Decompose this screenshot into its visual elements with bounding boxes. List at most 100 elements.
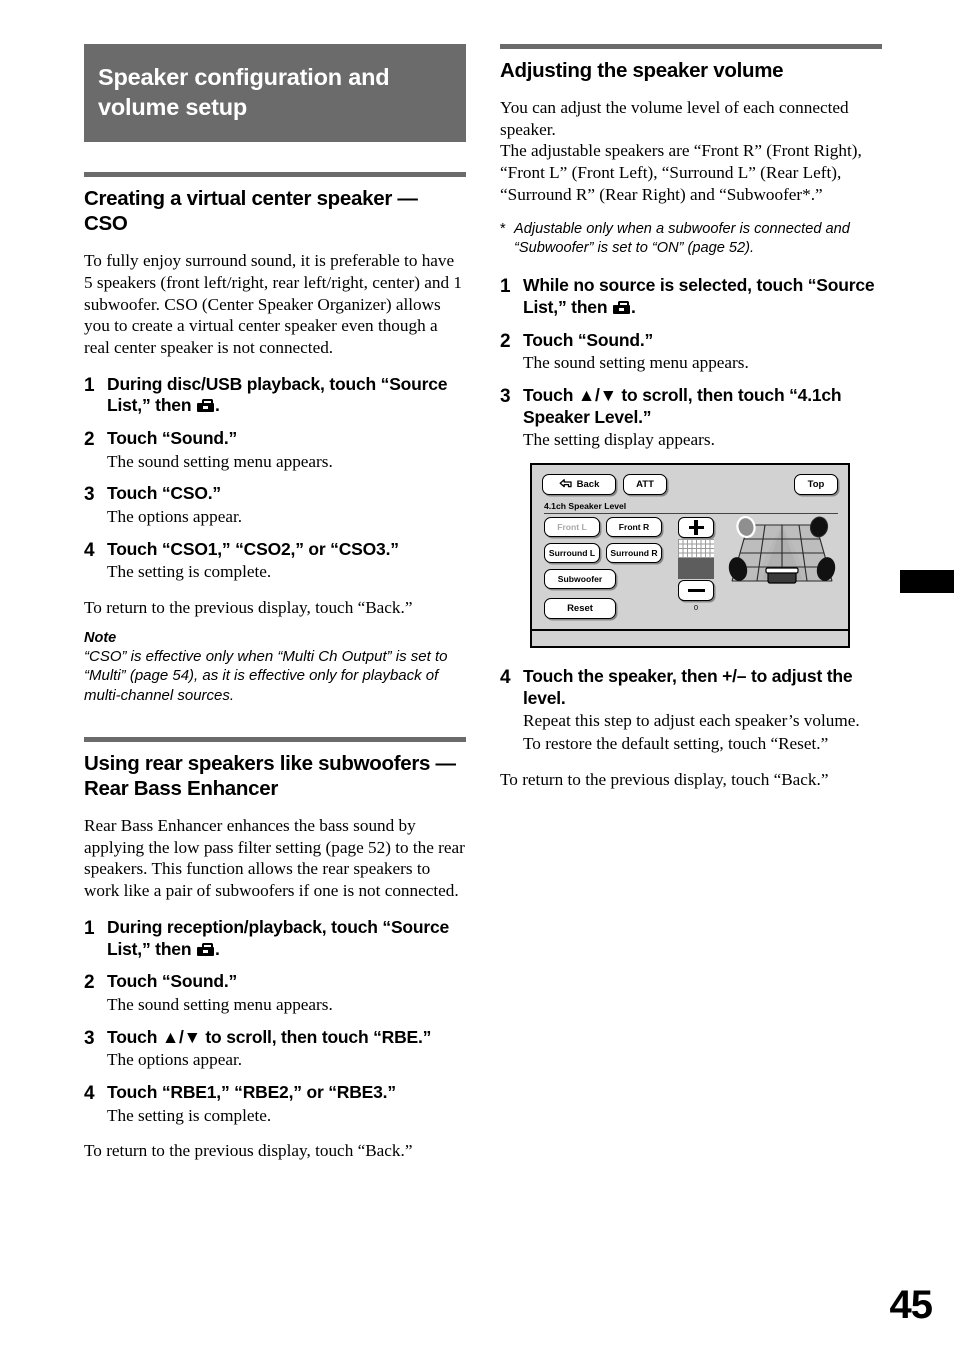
speaker-placement-diagram <box>724 515 840 589</box>
device-speaker-label: Surround R <box>610 547 658 558</box>
right-column: Adjusting the speaker volume You can adj… <box>500 44 882 805</box>
device-speaker-subwoofer[interactable]: Subwoofer <box>544 569 616 590</box>
device-speaker-label: Front R <box>618 521 650 532</box>
edge-thumb-tab <box>900 570 954 593</box>
step-number: 3 <box>84 1027 95 1049</box>
step-item: 1 While no source is selected, touch “So… <box>500 275 882 318</box>
device-att-label: ATT <box>636 478 654 490</box>
step-heading: Touch the speaker, then +/– to adjust th… <box>523 666 853 708</box>
step-item: 4 Touch “RBE1,” “RBE2,” or “RBE3.” The s… <box>84 1082 466 1126</box>
device-back-button[interactable]: Back <box>542 474 616 496</box>
device-speaker-front-l[interactable]: Front L <box>544 517 600 538</box>
manual-page: Speaker configuration and volume setup C… <box>0 0 954 1352</box>
step-subtext: The sound setting menu appears. <box>523 353 749 373</box>
device-speaker-surround-l[interactable]: Surround L <box>544 543 600 564</box>
step-heading: Touch “Sound.” <box>107 971 238 992</box>
step-subtext: The sound setting menu appears. <box>107 451 333 471</box>
step-heading-tail: . <box>215 395 220 416</box>
device-speaker-label: Surround L <box>548 547 596 558</box>
step-heading: While no source is selected, touch “Sour… <box>523 275 882 318</box>
section-intro-1: You can adjust the volume level of each … <box>500 98 849 139</box>
section-rule <box>84 172 466 178</box>
minus-icon <box>687 588 705 593</box>
device-top-button[interactable]: Top <box>794 474 838 496</box>
section-intro: To fully enjoy surround sound, it is pre… <box>84 251 462 357</box>
step-number: 2 <box>84 428 95 450</box>
step-item: 1 During disc/USB playback, touch “Sourc… <box>84 374 466 417</box>
device-top-label: Top <box>807 478 825 490</box>
section-heading: Creating a virtual center speaker — CSO <box>84 187 418 236</box>
footnote: * Adjustable only when a subwoofer is co… <box>500 220 882 258</box>
device-level-meter <box>678 539 714 580</box>
section-intro: Rear Bass Enhancer enhances the bass sou… <box>84 816 465 901</box>
step-heading-text: While no source is selected, touch “Sour… <box>523 275 875 317</box>
step-heading: During reception/playback, touch “Source… <box>107 917 466 960</box>
step-heading-tail: . <box>215 938 220 959</box>
step-subtext: The setting is complete. <box>107 1105 272 1125</box>
step-item: 2 Touch “Sound.” The sound setting menu … <box>500 330 882 374</box>
step-heading: Touch “CSO1,” “CSO2,” or “CSO3.” <box>107 538 399 559</box>
step-subtext: The sound setting menu appears. <box>107 994 333 1014</box>
step-item: 3 Touch ▲/▼ to scroll, then touch “RBE.”… <box>84 1027 466 1071</box>
step-number: 2 <box>84 972 95 994</box>
device-screen-title: 4.1ch Speaker Level <box>544 501 627 512</box>
step-heading: During disc/USB playback, touch “Source … <box>107 374 466 417</box>
step-number: 2 <box>500 330 511 352</box>
step-subtext: The options appear. <box>107 506 243 526</box>
left-column: Speaker configuration and volume setup C… <box>84 44 466 1177</box>
toolbox-icon <box>613 300 630 314</box>
step-number: 3 <box>500 386 511 408</box>
section-heading: Using rear speakers like subwoofers — Re… <box>84 752 456 801</box>
step-heading-tail: . <box>631 296 636 317</box>
step-subtext: The setting is complete. <box>107 562 272 582</box>
step-number: 4 <box>84 539 95 561</box>
step-number: 1 <box>84 917 95 939</box>
page-number: 45 <box>889 1283 933 1327</box>
device-minus-button[interactable] <box>678 580 714 602</box>
section-closing: To return to the previous display, touch… <box>500 769 829 789</box>
step-item: 4 Touch the speaker, then +/– to adjust … <box>500 666 882 755</box>
step-item: 3 Touch ▲/▼ to scroll, then touch “4.1ch… <box>500 385 882 451</box>
device-speaker-front-r[interactable]: Front R <box>606 517 662 538</box>
device-screen-illustration: Back ATT Top 4.1ch Speaker Level Front L… <box>530 463 850 649</box>
footnote-text: Adjustable only when a subwoofer is conn… <box>514 221 850 257</box>
device-speaker-label: Subwoofer <box>557 573 603 584</box>
step-number: 1 <box>84 374 95 396</box>
section-cso: Creating a virtual center speaker — CSO … <box>84 172 466 705</box>
device-level-meter-empty <box>678 539 714 559</box>
device-level-value: 0 <box>693 603 699 613</box>
step-number: 4 <box>500 667 511 689</box>
note-label: Note <box>84 629 117 646</box>
step-heading: Touch “Sound.” <box>523 329 654 350</box>
plus-icon <box>688 520 704 536</box>
device-speaker-button-grid: Front L Front R Surround L Surround R Su… <box>544 517 662 595</box>
step-number: 1 <box>500 276 511 298</box>
section-closing: To return to the previous display, touch… <box>84 597 413 617</box>
note-block: Note “CSO” is effective only when “Multi… <box>84 630 466 706</box>
footnote-marker: * <box>500 221 506 238</box>
back-arrow-icon <box>559 479 572 490</box>
step-item: 1 During reception/playback, touch “Sour… <box>84 917 466 960</box>
device-plus-button[interactable] <box>678 517 714 539</box>
section-heading: Adjusting the speaker volume <box>500 59 784 82</box>
section-intro-2: The adjustable speakers are “Front R” (F… <box>500 141 862 204</box>
toolbox-icon <box>197 399 214 413</box>
device-att-button[interactable]: ATT <box>623 474 667 496</box>
step-item: 3 Touch “CSO.” The options appear. <box>84 483 466 527</box>
device-bottom-bar <box>532 629 848 647</box>
step-item: 4 Touch “CSO1,” “CSO2,” or “CSO3.” The s… <box>84 539 466 583</box>
note-text: “CSO” is effective only when “Multi Ch O… <box>84 647 448 704</box>
section-closing: To return to the previous display, touch… <box>84 1141 413 1161</box>
step-heading-text: During reception/playback, touch “Source… <box>107 916 450 959</box>
section-speaker-volume: Adjusting the speaker volume You can adj… <box>500 44 882 790</box>
step-item: 2 Touch “Sound.” The sound setting menu … <box>84 971 466 1015</box>
device-reset-button[interactable]: Reset <box>544 598 616 620</box>
device-speaker-label: Front L <box>557 521 587 532</box>
toolbox-icon <box>197 942 214 956</box>
step-subtext: The options appear. <box>107 1050 243 1070</box>
device-level-meter-fill <box>678 558 714 580</box>
device-speaker-surround-r[interactable]: Surround R <box>606 543 662 564</box>
section-rule <box>84 737 466 743</box>
step-item: 2 Touch “Sound.” The sound setting menu … <box>84 428 466 472</box>
section-rbe: Using rear speakers like subwoofers — Re… <box>84 737 466 1162</box>
